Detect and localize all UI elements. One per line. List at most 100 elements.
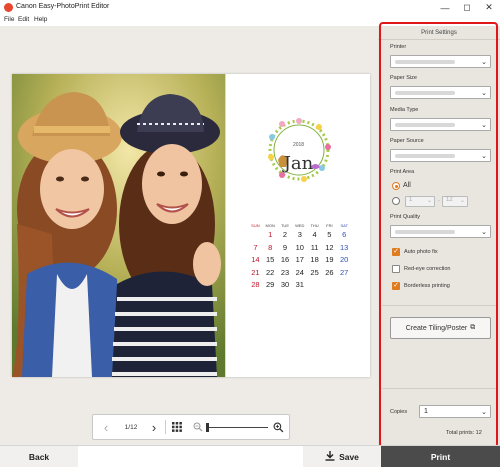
day-cell: 24 [295,267,304,277]
day-cell: 12 [325,242,334,252]
printer-select[interactable]: ⌄ [390,55,491,68]
previous-page-icon[interactable]: ‹ [97,415,115,439]
chevron-down-icon: ⌄ [481,90,487,97]
zoom-out-icon[interactable] [191,415,205,439]
range-from-select[interactable]: 1 ⌄ [405,196,435,207]
menu-edit[interactable]: Edit [18,16,29,23]
day-cell: 9 [282,242,288,252]
paper-size-select[interactable]: ⌄ [390,86,491,99]
chevron-down-icon: ⌄ [481,409,487,416]
day-cell [248,229,263,242]
weekday-label: WED [295,223,305,228]
red-eye-checkbox[interactable] [392,265,400,273]
media-type-label: Media Type [390,107,419,113]
range-from-value: 1 [409,197,413,203]
weekday-header: SUN MON TUE WED THU FRI SAT [248,222,352,229]
bottom-bar: Back Save Print [0,445,500,467]
day-cell: 23 [280,267,290,277]
tiling-icon: ⧉ [470,324,476,331]
day-cell: 30 [280,280,290,289]
day-cell: 31 [295,280,304,289]
auto-photo-fix-checkbox[interactable]: ✓ [392,248,400,256]
day-cell: 16 [280,255,290,264]
calendar-week: 21 22 23 24 25 26 27 [248,267,352,280]
calendar-panel[interactable]: 2018 Jan SUN MON TUE WED THU FRI SAT 1 2… [225,74,370,377]
day-cell: 5 [327,230,332,239]
day-cell: 3 [297,230,302,239]
redacted-value [395,230,455,234]
zoom-in-icon[interactable] [271,415,285,439]
grid-view-icon[interactable] [169,415,185,439]
print-area-all-radio[interactable] [392,182,400,190]
menu-file[interactable]: File [4,16,14,23]
title-bar: Canon Easy-PhotoPrint Editor — ◻ ✕ [0,0,500,15]
zoom-slider-track[interactable] [208,427,268,428]
redacted-value [395,91,455,95]
borderless-label: Borderless printing [404,283,450,289]
weekday-label: FRI [326,223,333,228]
menu-help[interactable]: Help [34,16,47,23]
copies-select[interactable]: 1 ⌄ [419,405,491,418]
day-cell [307,279,322,292]
chevron-down-icon: ⌄ [481,59,487,66]
app-logo-icon [4,3,13,12]
range-to-select[interactable]: 12 ⌄ [442,196,468,207]
weekday-label: SUN [251,223,260,228]
total-prints: Total prints: 12 [446,430,482,436]
day-cell: 8 [268,242,273,252]
redacted-value [395,154,455,158]
range-dash: - [438,198,440,204]
day-cell: 22 [266,267,275,277]
print-button-label: Print [430,451,451,462]
download-icon [325,450,335,463]
calendar-page: 2018 Jan SUN MON TUE WED THU FRI SAT 1 2… [12,74,370,377]
panel-divider [382,388,496,389]
day-cell: 18 [310,255,319,264]
save-button-label: Save [339,451,359,462]
calendar-week: 7 8 9 10 11 12 13 [248,242,352,255]
photo-image[interactable] [12,74,225,377]
day-cell: 15 [266,255,275,264]
calendar-year: 2018 [292,142,305,148]
calendar-week: 1 2 3 4 5 6 [248,229,352,242]
day-cell: 6 [342,230,347,239]
save-button[interactable]: Save [303,446,381,467]
page-indicator: 1/12 [124,423,138,431]
day-cell: 21 [251,267,260,277]
paper-size-label: Paper Size [390,75,417,81]
back-button-label: Back [28,451,50,462]
auto-photo-fix-label: Auto photo fix [404,249,438,255]
weekday-label: TUE [280,223,289,228]
weekday-label: SAT [340,223,348,228]
minimize-button[interactable]: — [434,0,456,15]
paper-source-select[interactable]: ⌄ [390,149,491,162]
chevron-down-icon: ⌄ [459,198,465,204]
day-cell: 26 [325,267,334,277]
printer-label: Printer [390,44,407,50]
print-button[interactable]: Print [381,446,500,467]
paper-source-label: Paper Source [390,138,424,144]
day-cell: 25 [310,267,319,277]
copies-label: Copies [390,409,408,415]
back-button[interactable]: Back [0,446,78,467]
red-eye-label: Red-eye correction [404,266,451,272]
calendar-week: 28 29 30 31 [248,279,352,292]
day-cell: 1 [268,230,273,239]
next-page-icon[interactable]: › [145,415,163,439]
create-tiling-poster-button[interactable]: Create Tiling/Poster ⧉ [390,317,491,339]
close-button[interactable]: ✕ [478,0,500,15]
day-cell: 14 [251,255,260,264]
day-cell: 13 [340,242,349,252]
media-type-select[interactable]: ⌄ [390,118,491,131]
calendar-month: Jan [283,153,314,174]
print-quality-select[interactable]: ⌄ [390,225,491,238]
day-cell [322,279,337,292]
copies-value: 1 [424,408,428,415]
zoom-slider-handle[interactable] [206,423,209,432]
tiling-button-label: Create Tiling/Poster [405,324,468,332]
print-quality-label: Print Quality [390,214,420,220]
maximize-button[interactable]: ◻ [456,0,478,15]
day-cell: 4 [312,230,317,239]
borderless-checkbox[interactable]: ✓ [392,282,400,290]
print-area-range-radio[interactable] [392,197,400,205]
